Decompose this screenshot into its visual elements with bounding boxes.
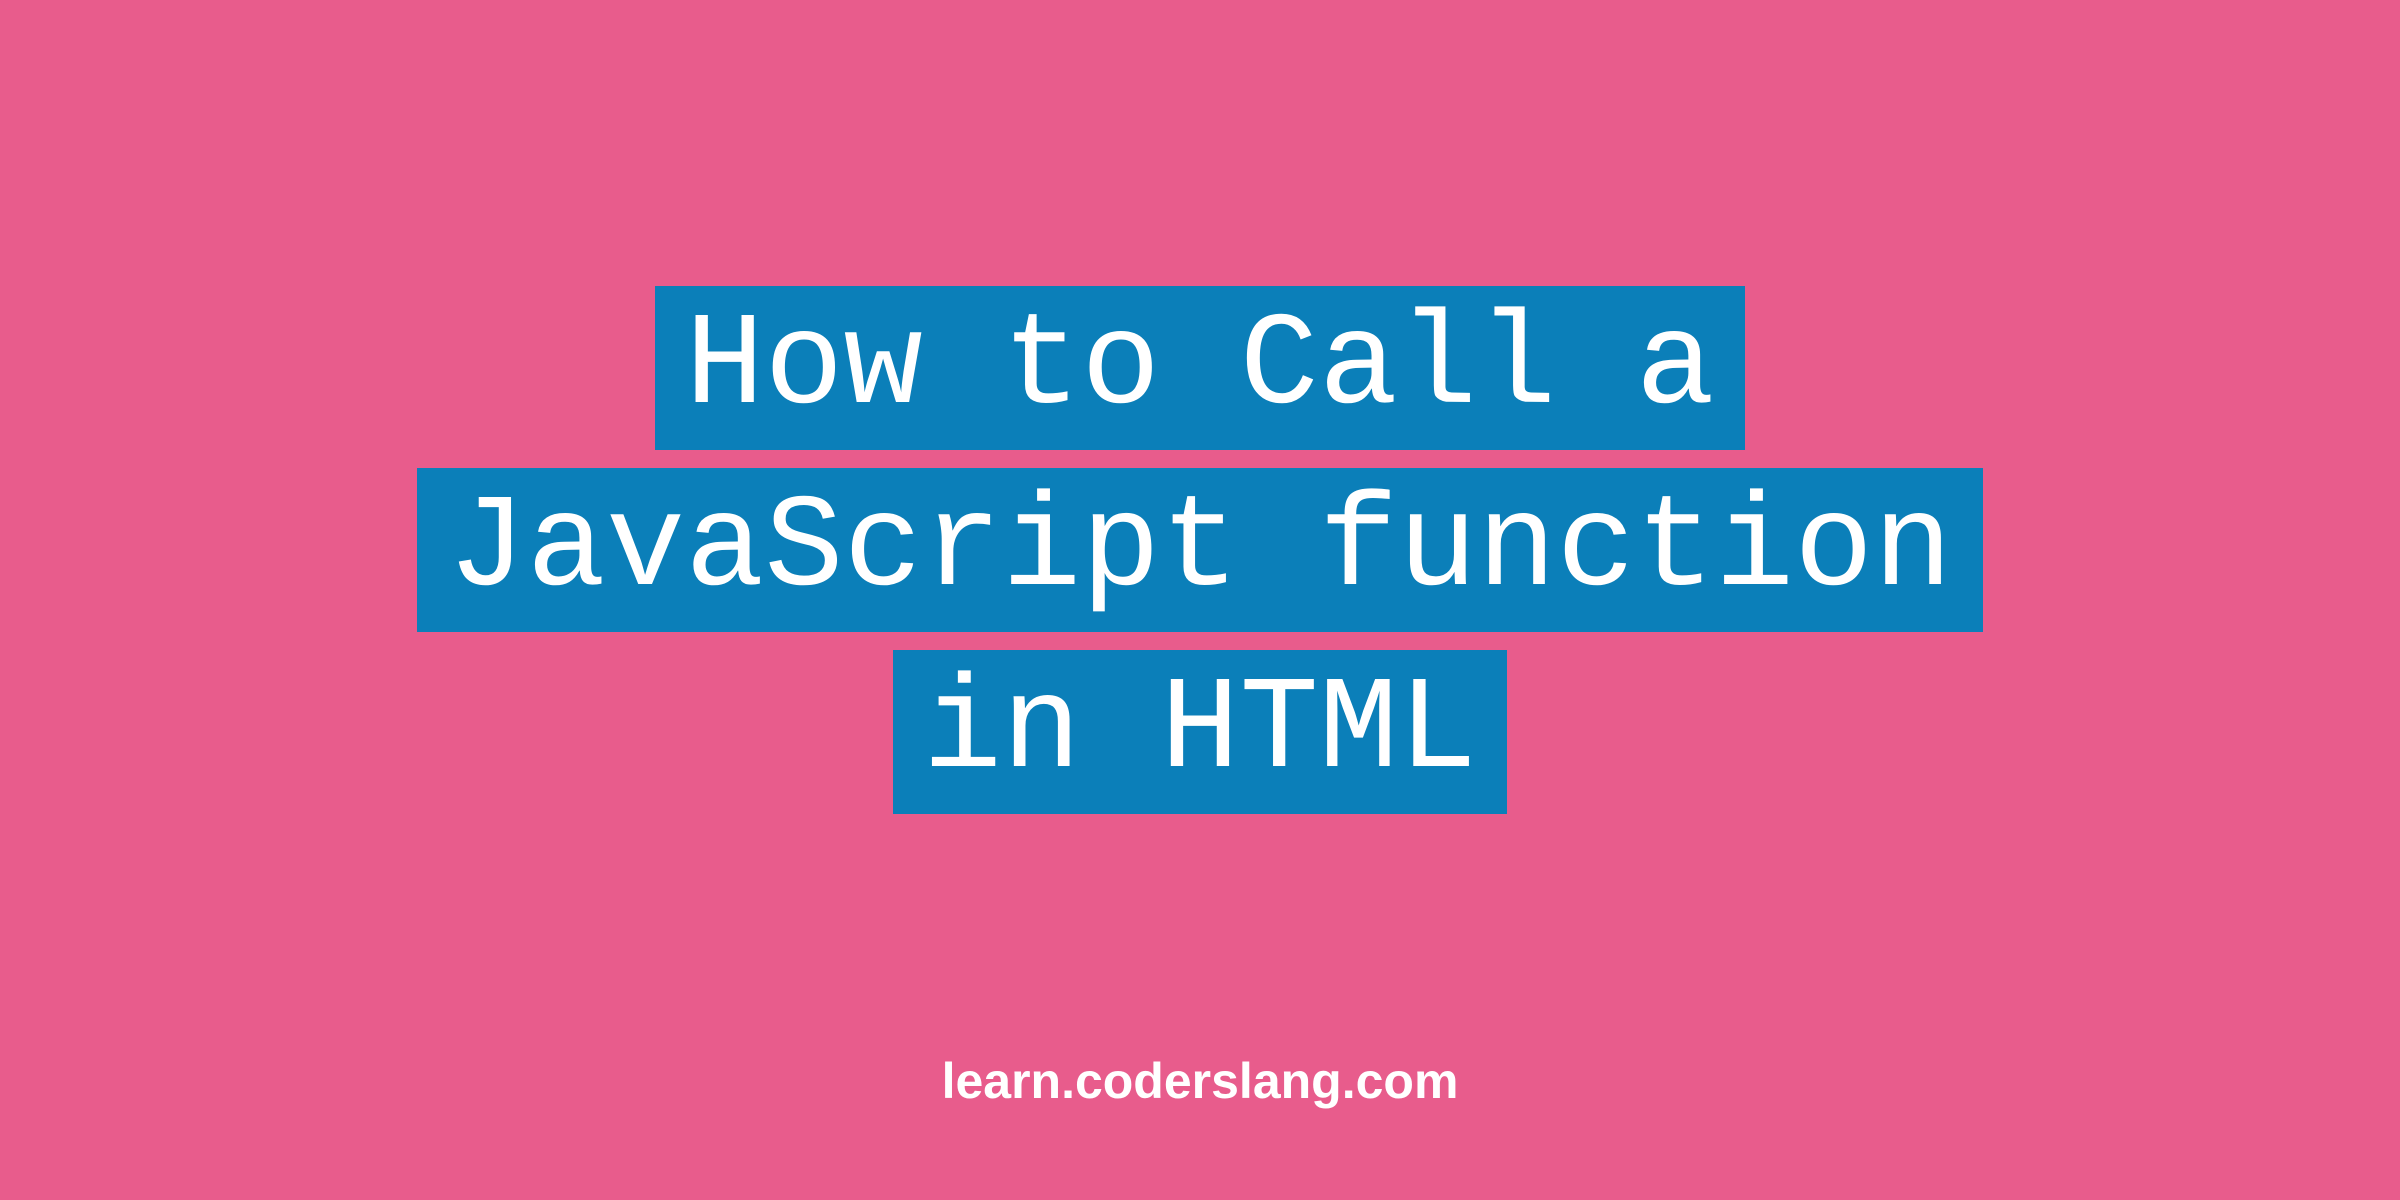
title-line-2: JavaScript function (417, 468, 1982, 632)
title-line-3: in HTML (893, 650, 1508, 814)
footer-text: learn.coderslang.com (0, 1052, 2400, 1110)
title-line-1: How to Call a (655, 286, 1745, 450)
title-container: How to Call a JavaScript function in HTM… (417, 286, 1982, 813)
